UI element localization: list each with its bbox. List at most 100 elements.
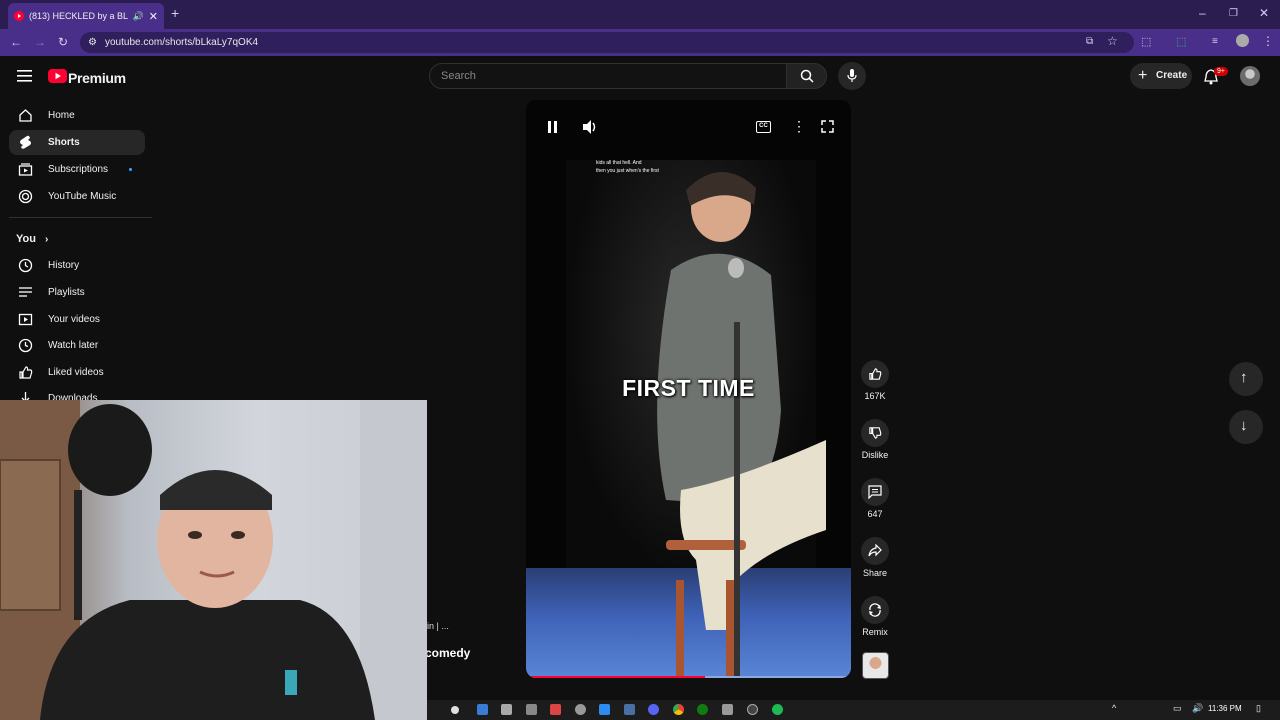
- like-button-circle: [861, 360, 889, 388]
- volume-icon[interactable]: [583, 120, 598, 134]
- tray-network-icon[interactable]: ▭: [1173, 703, 1182, 714]
- channel-hashtag-peek: comedy: [425, 646, 471, 660]
- sidebar-item-label: Playlists: [48, 287, 85, 298]
- taskbar-app-icon[interactable]: [451, 706, 459, 714]
- browser-tab-bar: (813) HECKLED by a BLIND 🔊 ✕ + – ❐ ✕: [0, 0, 1280, 29]
- youtube-logo-icon[interactable]: [48, 69, 67, 83]
- channel-thumbnail[interactable]: [862, 652, 889, 679]
- tray-chevron-icon[interactable]: ^: [1112, 703, 1116, 713]
- extensions-icon[interactable]: ⬚: [1141, 35, 1151, 49]
- search-button[interactable]: [786, 63, 827, 89]
- sidebar-item-label: Home: [48, 110, 75, 121]
- forward-icon[interactable]: →: [34, 35, 46, 49]
- thumbs-down-icon: [869, 427, 882, 439]
- extension-green-icon[interactable]: ⬚: [1176, 35, 1186, 49]
- share-label: Share: [862, 568, 888, 578]
- taskbar-notes-icon[interactable]: [501, 704, 512, 715]
- comment-count: 647: [867, 509, 883, 519]
- comments-button[interactable]: 647: [860, 478, 890, 519]
- taskbar-folder-icon[interactable]: [477, 704, 488, 715]
- taskbar-game-icon[interactable]: [550, 704, 561, 715]
- next-short-button[interactable]: ↓: [1229, 410, 1263, 444]
- back-icon[interactable]: ←: [10, 35, 22, 49]
- more-options-icon[interactable]: ⋮: [792, 118, 806, 135]
- voice-search-button[interactable]: [838, 62, 866, 90]
- tray-notification-icon[interactable]: ▯: [1256, 703, 1261, 714]
- taskbar-discord-icon[interactable]: [648, 704, 659, 715]
- sidebar-item-youtube-music[interactable]: YouTube Music: [9, 184, 145, 209]
- taskbar-xbox-icon[interactable]: [697, 704, 708, 715]
- address-bar[interactable]: ⚙ youtube.com/shorts/bLkaLy7qOK4: [80, 32, 1134, 53]
- webcam-overlay: [0, 400, 427, 720]
- taskbar-obs-icon[interactable]: [747, 704, 758, 715]
- reload-icon[interactable]: ↻: [58, 35, 68, 49]
- history-icon: [18, 258, 33, 273]
- tray-volume-icon[interactable]: 🔊: [1192, 703, 1203, 714]
- shorts-video-player[interactable]: kids all that hell. And then you just wh…: [526, 100, 851, 678]
- sidebar-item-shorts[interactable]: Shorts: [9, 130, 145, 155]
- logo-premium-text[interactable]: Premium: [68, 70, 126, 86]
- share-button[interactable]: Share: [860, 537, 890, 578]
- browser-menu-icon[interactable]: ⋮: [1262, 34, 1274, 48]
- youtube-music-icon: [18, 189, 33, 204]
- you-label: You: [16, 233, 36, 245]
- search-icon: [800, 69, 814, 83]
- create-button[interactable]: + Create: [1130, 63, 1192, 89]
- burned-in-caption: FIRST TIME: [622, 375, 755, 401]
- sidebar-item-playlists[interactable]: Playlists: [9, 280, 145, 305]
- you-section-header[interactable]: You ›: [16, 233, 48, 245]
- subscriptions-icon: [18, 163, 33, 176]
- new-tab-icon[interactable]: +: [171, 6, 179, 20]
- bookmark-star-icon[interactable]: ☆: [1107, 34, 1118, 48]
- taskbar-steam-icon[interactable]: [624, 704, 635, 715]
- sidebar-item-your-videos[interactable]: Your videos: [9, 307, 145, 332]
- site-info-icon[interactable]: ⚙: [88, 32, 97, 53]
- restore-icon[interactable]: ❐: [1229, 7, 1238, 21]
- like-button[interactable]: 167K: [860, 360, 890, 401]
- menu-icon[interactable]: [17, 70, 32, 82]
- tab-close-icon[interactable]: ✕: [149, 10, 158, 23]
- url-text: youtube.com/shorts/bLkaLy7qOK4: [105, 37, 259, 48]
- fullscreen-icon[interactable]: [821, 120, 834, 133]
- caption-line-2: then you just when's the first: [596, 168, 659, 174]
- home-icon: [19, 109, 32, 122]
- dislike-button-circle: [861, 419, 889, 447]
- taskbar-chrome-icon[interactable]: [673, 704, 684, 715]
- sidebar-item-liked-videos[interactable]: Liked videos: [9, 360, 145, 385]
- taskbar-spotify-icon[interactable]: [772, 704, 783, 715]
- remix-button[interactable]: Remix: [860, 596, 890, 637]
- remix-button-circle: [861, 596, 889, 624]
- youtube-masthead: Premium Search + Create 9+: [0, 56, 1280, 98]
- profile-icon[interactable]: [1236, 34, 1249, 47]
- taskbar-app2-icon[interactable]: [526, 704, 537, 715]
- shorts-icon: [20, 135, 31, 149]
- video-progress-bar[interactable]: [526, 676, 851, 678]
- previous-short-button[interactable]: ↑: [1229, 362, 1263, 396]
- chevron-right-icon: ›: [45, 234, 49, 245]
- sidebar-item-label: History: [48, 260, 80, 271]
- browser-tab[interactable]: (813) HECKLED by a BLIND 🔊 ✕: [8, 3, 164, 29]
- taskbar-settings-icon[interactable]: [575, 704, 586, 715]
- audio-playing-icon[interactable]: 🔊: [133, 11, 144, 22]
- arrow-up-icon: ↑: [1240, 369, 1248, 386]
- create-label: Create: [1156, 70, 1188, 81]
- sidebar-item-subscriptions[interactable]: Subscriptions: [9, 157, 145, 182]
- close-window-icon[interactable]: ✕: [1259, 6, 1269, 20]
- dislike-button[interactable]: Dislike: [860, 419, 890, 460]
- share-button-circle: [861, 537, 889, 565]
- minimize-icon[interactable]: –: [1199, 6, 1206, 20]
- sidebar-item-home[interactable]: Home: [9, 103, 145, 128]
- search-input[interactable]: Search: [429, 63, 787, 89]
- your-videos-icon: [18, 313, 33, 326]
- sidebar-item-history[interactable]: History: [9, 253, 145, 278]
- pause-icon[interactable]: [547, 121, 558, 133]
- closed-caption-text: kids all that hell. And then you just wh…: [596, 159, 696, 175]
- closed-captions-icon[interactable]: CC: [756, 121, 771, 133]
- media-control-icon[interactable]: ≡: [1212, 35, 1218, 49]
- taskbar-check-icon[interactable]: [599, 704, 610, 715]
- sidebar-item-watch-later[interactable]: Watch later: [9, 333, 145, 358]
- account-avatar[interactable]: [1240, 66, 1260, 86]
- taskbar-folder2-icon[interactable]: [722, 704, 733, 715]
- install-app-icon[interactable]: ⧉: [1086, 35, 1093, 49]
- dislike-label: Dislike: [861, 450, 889, 460]
